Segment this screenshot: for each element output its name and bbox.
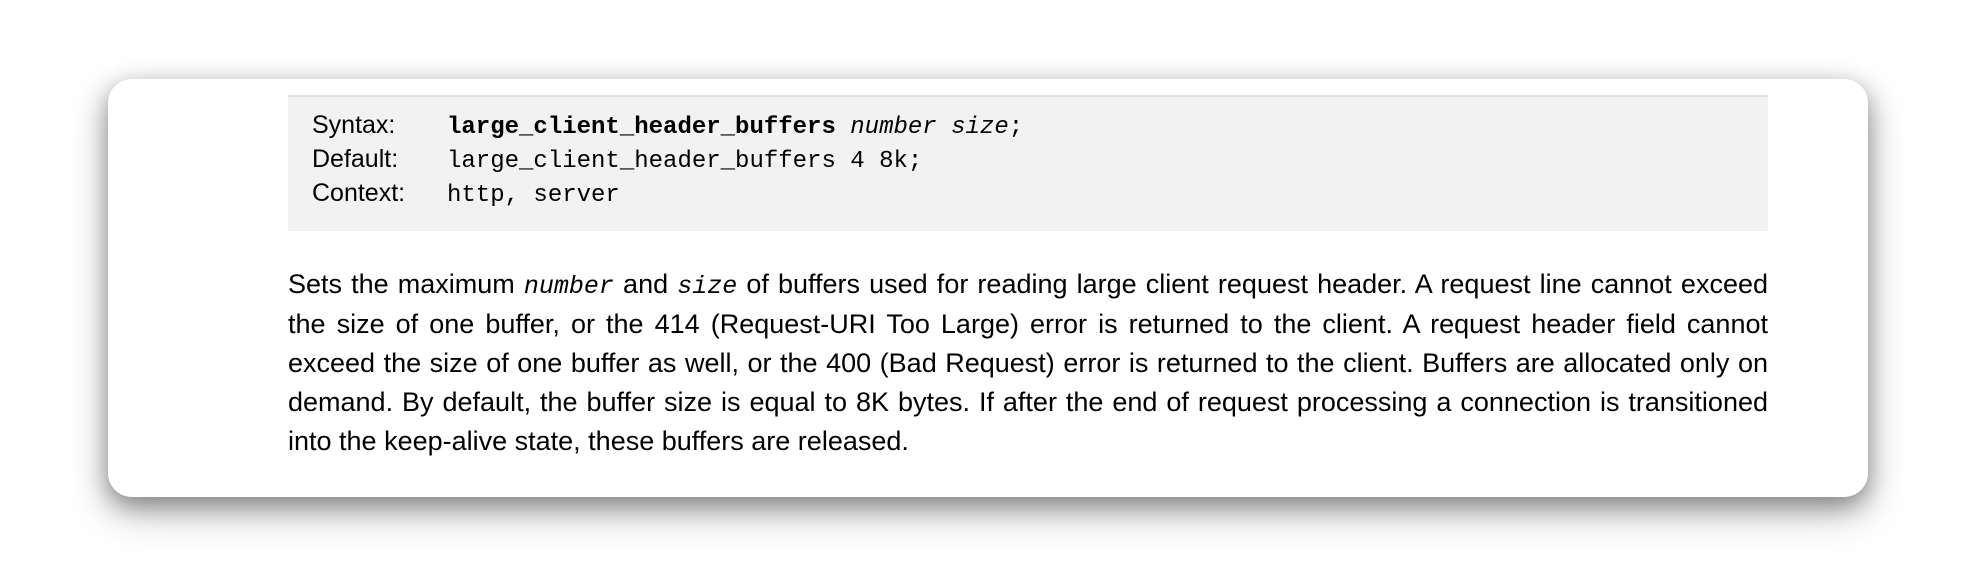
default-value: large_client_header_buffers 4 8k; [447,148,922,175]
context-label: Context: [312,179,447,208]
context-row: Context: http, server [312,179,1744,209]
desc-part1: Sets the maximum [288,269,524,299]
syntax-directive-name: large_client_header_buffers [447,114,836,141]
default-row: Default: large_client_header_buffers 4 8… [312,145,1744,175]
directive-definition-box: Syntax: large_client_header_buffers numb… [288,95,1768,231]
directive-description: Sets the maximum number and size of buff… [288,265,1768,461]
desc-code-number: number [524,272,614,301]
doc-card: Syntax: large_client_header_buffers numb… [108,79,1868,497]
syntax-value: large_client_header_buffers number size; [447,114,1023,141]
desc-code-size: size [677,272,737,301]
desc-part2: and [614,269,677,299]
default-label: Default: [312,145,447,174]
syntax-param-number: number [850,114,936,141]
syntax-label: Syntax: [312,111,447,140]
syntax-terminator: ; [1009,114,1023,141]
syntax-param-size: size [951,114,1009,141]
syntax-row: Syntax: large_client_header_buffers numb… [312,111,1744,141]
context-value: http, server [447,182,620,209]
